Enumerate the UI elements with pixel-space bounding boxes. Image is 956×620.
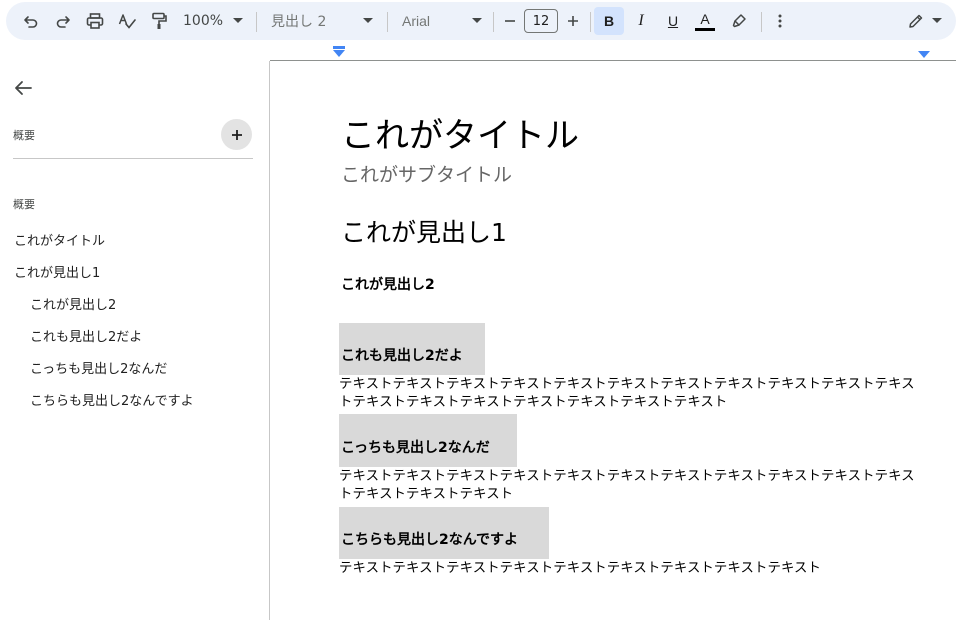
outline-item[interactable]: これが見出し2 xyxy=(30,294,116,313)
heading-2: こっちも見出し2なんだ xyxy=(341,440,490,456)
sidebar-separator xyxy=(13,158,253,159)
toolbar-divider xyxy=(256,12,257,32)
plus-icon xyxy=(568,16,578,26)
document-subtitle[interactable]: これがサブタイトル xyxy=(341,160,512,187)
toolbar-divider xyxy=(590,12,591,32)
highlighted-heading[interactable]: こっちも見出し2なんだ xyxy=(339,414,517,467)
outline-item[interactable]: これが見出し1 xyxy=(14,262,100,281)
text-color-label: A xyxy=(700,10,710,27)
text-color-bar xyxy=(695,27,715,31)
plus-icon xyxy=(231,129,242,140)
font-value: Arial xyxy=(402,13,431,29)
editing-mode-dropdown[interactable] xyxy=(906,7,942,35)
outline-heading: 概要 xyxy=(13,198,35,211)
ruler xyxy=(270,60,956,61)
text-color-button[interactable]: A xyxy=(692,7,718,35)
highlighted-heading[interactable]: こちらも見出し2なんですよ xyxy=(339,507,549,559)
pencil-icon xyxy=(909,14,923,28)
more-vert-icon xyxy=(778,14,782,28)
spellcheck-icon xyxy=(118,14,136,29)
more-options-button[interactable] xyxy=(768,7,792,35)
redo-button[interactable] xyxy=(50,7,76,35)
paint-format-button[interactable] xyxy=(146,7,172,35)
sidebar-divider xyxy=(269,61,270,620)
highlighted-heading[interactable]: これも見出し2だよ xyxy=(339,323,485,375)
right-indent-marker[interactable] xyxy=(918,51,930,58)
redo-icon xyxy=(56,16,70,28)
heading-1[interactable]: これが見出し1 xyxy=(341,213,507,249)
add-summary-button[interactable] xyxy=(221,119,252,150)
italic-button[interactable]: I xyxy=(628,7,654,35)
chevron-down-icon xyxy=(932,18,942,23)
arrow-back-icon xyxy=(15,81,32,95)
underline-button[interactable]: U xyxy=(660,7,686,35)
style-value: 見出し 2 xyxy=(271,14,327,30)
bold-button[interactable]: B xyxy=(594,7,624,35)
zoom-value: 100% xyxy=(183,13,224,29)
heading-2: これも見出し2だよ xyxy=(341,348,463,364)
increase-font-size-button[interactable] xyxy=(563,7,583,35)
highlighter-icon xyxy=(732,14,746,28)
heading-2: こちらも見出し2なんですよ xyxy=(341,532,519,548)
first-line-indent-marker[interactable] xyxy=(333,46,345,49)
close-outline-button[interactable] xyxy=(12,77,34,99)
spellcheck-button[interactable] xyxy=(114,7,140,35)
undo-icon xyxy=(24,16,38,28)
print-button[interactable] xyxy=(82,7,108,35)
chevron-down-icon xyxy=(472,18,482,23)
zoom-dropdown[interactable]: 100% xyxy=(183,7,243,35)
toolbar: 100% 見出し 2 Arial 12 B I U A xyxy=(6,2,956,40)
paint-format-icon xyxy=(152,12,167,29)
left-indent-marker[interactable] xyxy=(333,50,345,57)
toolbar-divider xyxy=(761,12,762,32)
body-paragraph[interactable]: テキストテキストテキストテキストテキストテキストテキストテキストテキストテキスト… xyxy=(339,376,919,412)
toolbar-divider xyxy=(387,12,388,32)
print-icon xyxy=(86,13,104,29)
highlight-color-button[interactable] xyxy=(726,7,752,35)
summary-heading: 概要 xyxy=(13,129,35,142)
style-dropdown[interactable]: 見出し 2 xyxy=(271,7,373,35)
font-dropdown[interactable]: Arial xyxy=(402,7,482,35)
outline-item[interactable]: こっちも見出し2なんだ xyxy=(30,358,167,377)
body-paragraph[interactable]: テキストテキストテキストテキストテキストテキストテキストテキストテキスト xyxy=(339,560,919,578)
font-size-input[interactable]: 12 xyxy=(524,9,558,33)
undo-button[interactable] xyxy=(18,7,44,35)
chevron-down-icon xyxy=(233,18,243,23)
outline-item[interactable]: こちらも見出し2なんですよ xyxy=(30,390,194,409)
heading-2[interactable]: これが見出し2 xyxy=(341,274,435,294)
minus-icon xyxy=(505,20,515,22)
outline-item[interactable]: これも見出し2だよ xyxy=(30,326,142,345)
toolbar-divider xyxy=(493,12,494,32)
body-paragraph[interactable]: テキストテキストテキストテキストテキストテキストテキストテキストテキストテキスト… xyxy=(339,468,919,504)
chevron-down-icon xyxy=(363,18,373,23)
outline-item[interactable]: これがタイトル xyxy=(14,230,105,249)
document-title[interactable]: これがタイトル xyxy=(341,108,579,157)
decrease-font-size-button[interactable] xyxy=(500,7,520,35)
